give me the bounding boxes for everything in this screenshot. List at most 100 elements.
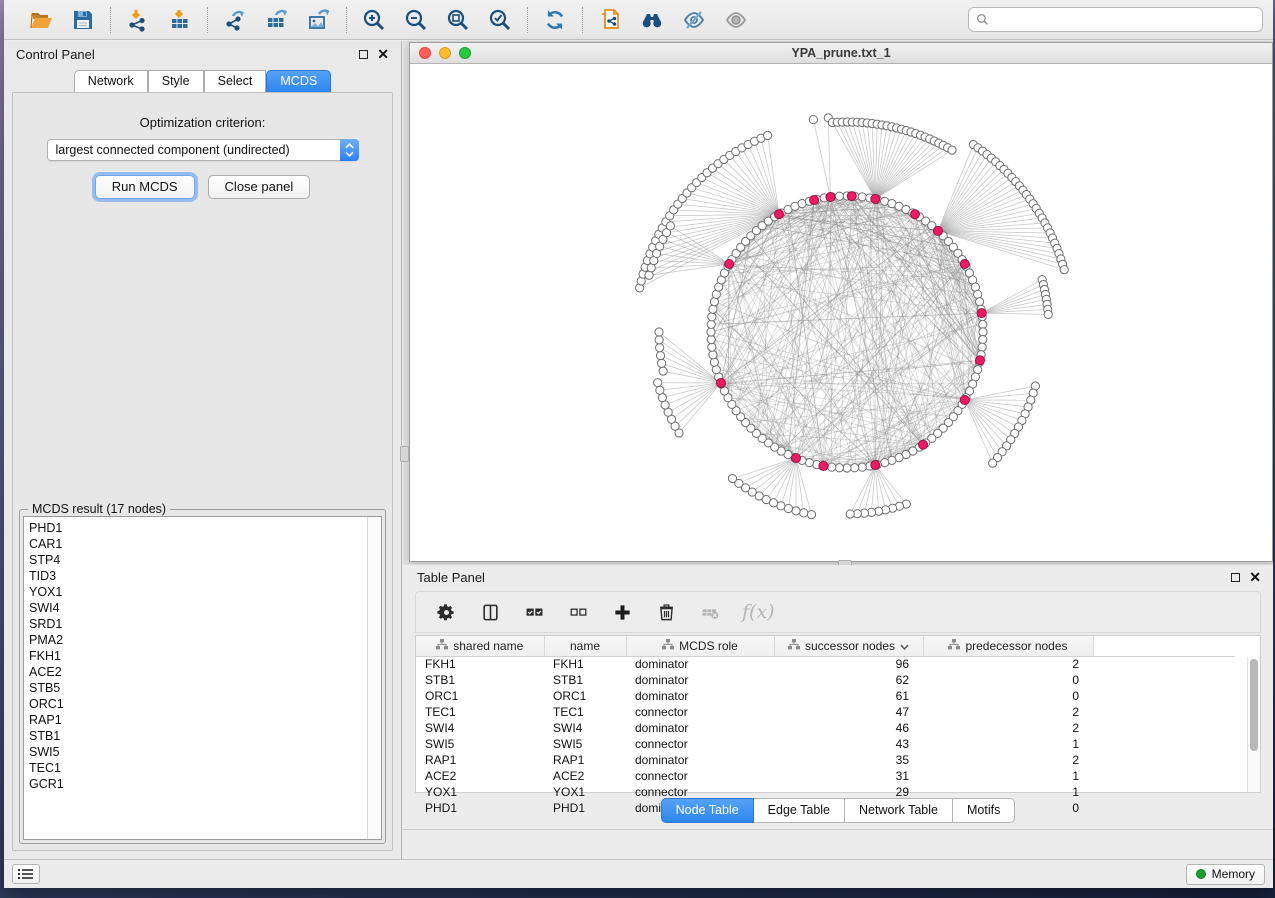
- network-node[interactable]: [708, 343, 716, 351]
- network-node[interactable]: [710, 298, 718, 306]
- zoom-in-icon[interactable]: [357, 5, 391, 35]
- network-window-titlebar[interactable]: YPA_prune.txt_1: [410, 43, 1272, 64]
- table-row[interactable]: SWI4SWI4dominator462: [416, 720, 1235, 736]
- tab-edge-table[interactable]: Edge Table: [754, 798, 845, 823]
- column-header[interactable]: shared name: [416, 636, 544, 656]
- table-scrollbar[interactable]: [1247, 657, 1260, 792]
- network-node[interactable]: [975, 298, 983, 306]
- import-network-icon[interactable]: [121, 5, 155, 35]
- list-item[interactable]: SRD1: [29, 616, 367, 632]
- mcds-hub-node[interactable]: [826, 193, 835, 202]
- run-mcds-button[interactable]: Run MCDS: [95, 175, 195, 199]
- table-settings-gear-icon[interactable]: [434, 600, 458, 624]
- network-node[interactable]: [846, 510, 854, 518]
- list-item[interactable]: STB1: [29, 728, 367, 744]
- network-node[interactable]: [710, 358, 718, 366]
- network-node[interactable]: [656, 386, 664, 394]
- mcds-hub-node[interactable]: [960, 396, 969, 405]
- mcds-result-list[interactable]: PHD1CAR1STP4TID3YOX1SWI4SRD1PMA2FKH1ACE2…: [23, 516, 382, 840]
- mcds-hub-node[interactable]: [716, 378, 725, 387]
- network-node[interactable]: [728, 474, 736, 482]
- table-row[interactable]: TEC1TEC1connector472: [416, 704, 1235, 720]
- deselect-all-rows-icon[interactable]: [566, 600, 590, 624]
- mcds-hub-node[interactable]: [919, 440, 928, 449]
- network-node[interactable]: [707, 328, 715, 336]
- network-node[interactable]: [979, 336, 987, 344]
- list-item[interactable]: FKH1: [29, 648, 367, 664]
- table-row[interactable]: STB1STB1dominator620: [416, 672, 1235, 688]
- network-node[interactable]: [800, 509, 808, 517]
- close-panel-button[interactable]: Close panel: [208, 175, 311, 199]
- network-node[interactable]: [858, 193, 866, 201]
- network-node[interactable]: [1060, 266, 1068, 274]
- zoom-fit-icon[interactable]: [441, 5, 475, 35]
- close-panel-icon[interactable]: ✕: [1249, 573, 1261, 582]
- mcds-hub-node[interactable]: [871, 461, 880, 470]
- network-node[interactable]: [658, 359, 666, 367]
- network-node[interactable]: [851, 464, 859, 472]
- memory-button[interactable]: Memory: [1186, 864, 1265, 885]
- network-node[interactable]: [666, 222, 674, 230]
- network-node[interactable]: [655, 328, 663, 336]
- network-node[interactable]: [835, 192, 843, 200]
- mcds-hub-node[interactable]: [960, 260, 969, 269]
- table-row[interactable]: RAP1RAP1dominator352: [416, 752, 1235, 768]
- network-node[interactable]: [979, 328, 987, 336]
- window-close-icon[interactable]: [419, 47, 431, 59]
- network-canvas[interactable]: [410, 64, 1272, 561]
- tab-network-table[interactable]: Network Table: [845, 798, 953, 823]
- mcds-hub-node[interactable]: [819, 461, 828, 470]
- delete-column-trash-icon[interactable]: [654, 600, 678, 624]
- mcds-hub-node[interactable]: [847, 192, 856, 201]
- list-item[interactable]: SWI5: [29, 744, 367, 760]
- network-node[interactable]: [989, 459, 997, 467]
- column-visibility-icon[interactable]: [478, 600, 502, 624]
- network-node[interactable]: [881, 459, 889, 467]
- splitter-grip[interactable]: [400, 446, 409, 462]
- mcds-hub-node[interactable]: [871, 194, 880, 203]
- network-node[interactable]: [659, 367, 667, 375]
- network-node[interactable]: [707, 320, 715, 328]
- network-node[interactable]: [707, 336, 715, 344]
- list-item[interactable]: YOX1: [29, 584, 367, 600]
- select-all-rows-icon[interactable]: [522, 600, 546, 624]
- search-input[interactable]: [994, 13, 1255, 27]
- column-header[interactable]: MCDS role: [626, 636, 774, 656]
- zoom-selected-icon[interactable]: [483, 5, 517, 35]
- mcds-hub-node[interactable]: [792, 454, 801, 463]
- add-column-icon[interactable]: [610, 600, 634, 624]
- network-node[interactable]: [979, 320, 987, 328]
- network-node[interactable]: [948, 146, 956, 154]
- network-node[interactable]: [656, 351, 664, 359]
- network-node[interactable]: [712, 366, 720, 374]
- network-node[interactable]: [784, 504, 792, 512]
- network-node[interactable]: [709, 305, 717, 313]
- table-scrollbar-thumb[interactable]: [1250, 659, 1258, 751]
- float-panel-icon[interactable]: [1231, 573, 1240, 582]
- save-session-icon[interactable]: [66, 5, 100, 35]
- zoom-out-icon[interactable]: [399, 5, 433, 35]
- network-node[interactable]: [709, 351, 717, 359]
- list-item[interactable]: RAP1: [29, 712, 367, 728]
- list-item[interactable]: SWI4: [29, 600, 367, 616]
- mcds-hub-node[interactable]: [911, 210, 920, 219]
- tab-node-table[interactable]: Node Table: [661, 798, 754, 823]
- table-row[interactable]: ORC1ORC1dominator610: [416, 688, 1235, 704]
- delete-table-icon[interactable]: [698, 600, 722, 624]
- network-node[interactable]: [1044, 310, 1052, 318]
- list-item[interactable]: TEC1: [29, 760, 367, 776]
- network-node[interactable]: [763, 131, 771, 139]
- list-item[interactable]: GCR1: [29, 776, 367, 792]
- mcds-hub-node[interactable]: [810, 196, 819, 205]
- list-item[interactable]: ACE2: [29, 664, 367, 680]
- network-node[interactable]: [835, 464, 843, 472]
- list-item[interactable]: TID3: [29, 568, 367, 584]
- close-panel-icon[interactable]: ✕: [377, 50, 389, 59]
- tab-network[interactable]: Network: [74, 70, 148, 92]
- function-builder-icon[interactable]: f(x): [742, 601, 775, 623]
- mcds-hub-node[interactable]: [977, 309, 986, 318]
- export-image-icon[interactable]: [302, 5, 336, 35]
- search-network-icon[interactable]: [635, 5, 669, 35]
- network-node[interactable]: [809, 116, 817, 124]
- task-history-button[interactable]: [12, 864, 40, 884]
